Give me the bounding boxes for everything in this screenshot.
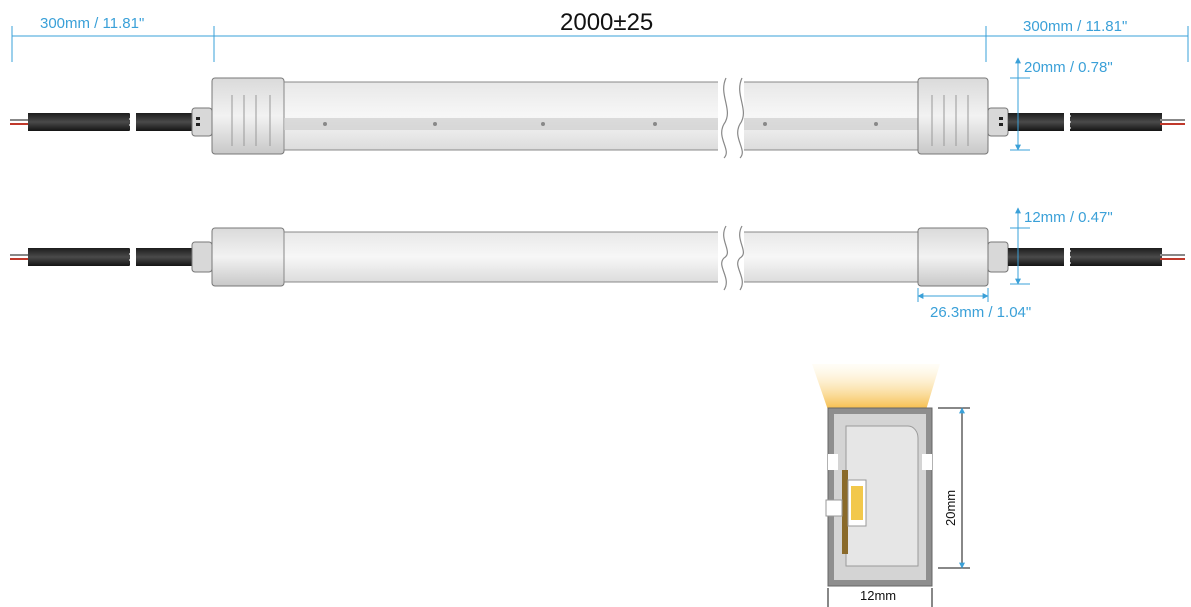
left-endcap	[211, 77, 285, 155]
cross-width-label: 12mm	[860, 588, 896, 603]
endcap-length-label: 26.3mm / 1.04"	[930, 304, 1031, 321]
cross-height-label: 20mm	[943, 490, 958, 526]
cable-length-left-label: 300mm / 11.81"	[40, 15, 144, 32]
strip-top-view	[10, 77, 1185, 159]
height-side-label: 12mm / 0.47"	[1024, 209, 1113, 226]
right-endcap-side	[917, 227, 989, 287]
height-top-label: 20mm / 0.78"	[1024, 59, 1113, 76]
led-chip	[851, 486, 863, 520]
strip-body-top	[283, 81, 921, 151]
cable-length-right-label: 300mm / 11.81"	[1023, 18, 1127, 35]
left-cable	[10, 112, 192, 132]
led-strip-diagram: 300mm / 11.81" 2000±25 300mm / 11.81" 20…	[10, 9, 1189, 607]
light-glow	[812, 364, 940, 410]
right-cable	[1008, 112, 1185, 132]
total-length-label: 2000±25	[560, 9, 653, 36]
right-endcap	[917, 77, 989, 155]
endcap-length-dimension	[917, 288, 989, 302]
left-endcap-side	[211, 227, 285, 287]
cross-section	[812, 364, 940, 587]
strip-body-side	[283, 231, 921, 283]
strip-side-view	[10, 225, 1185, 291]
cross-height-dimension	[938, 407, 970, 569]
